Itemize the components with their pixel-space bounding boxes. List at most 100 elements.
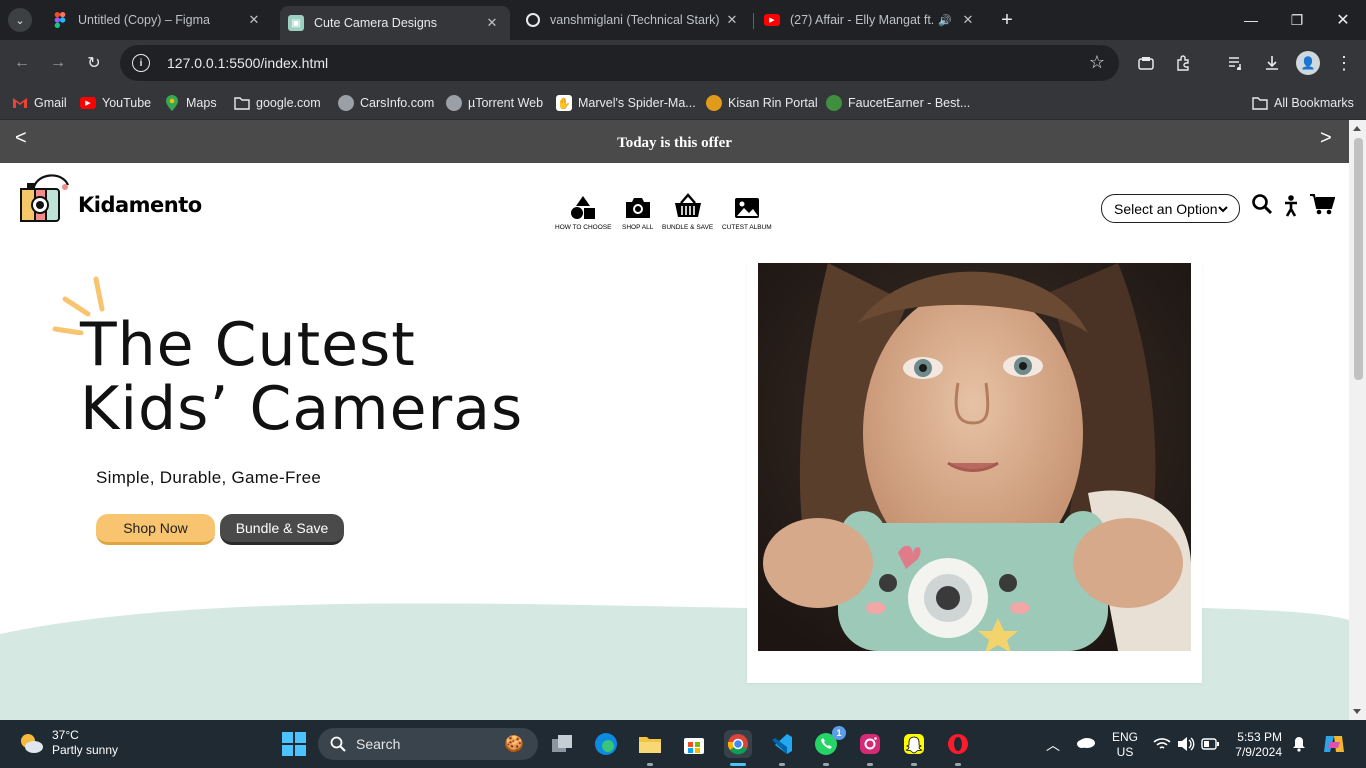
bookmark-utorrent[interactable]: µTorrent Web	[446, 93, 543, 113]
weather-temp: 37°C	[52, 728, 79, 742]
tab-youtube[interactable]: ▶ (27) Affair - Elly Mangat ft. I 🔊 ✕	[756, 6, 986, 34]
search-icon[interactable]	[1251, 193, 1273, 215]
cart-icon[interactable]	[1309, 193, 1335, 215]
shop-now-button[interactable]: Shop Now	[96, 514, 215, 545]
bookmark-spiderman[interactable]: ✋ Marvel's Spider-Ma...	[556, 93, 696, 113]
running-indicator	[867, 763, 873, 766]
page-scrollbar[interactable]	[1349, 120, 1366, 720]
browser-toolbar: ← → ↻ i 127.0.0.1:5500/index.html ☆ 👤 ⋮	[0, 40, 1366, 86]
close-tab-icon[interactable]: ✕	[960, 12, 976, 28]
faucet-icon	[826, 95, 842, 111]
tab-figma[interactable]: Untitled (Copy) – Figma ✕	[44, 6, 272, 34]
bookmark-gmail[interactable]: Gmail	[12, 93, 67, 113]
bookmark-kisan[interactable]: Kisan Rin Portal	[706, 93, 818, 113]
option-select[interactable]: Select an Option	[1101, 194, 1240, 223]
reload-icon[interactable]: ↻	[82, 51, 106, 75]
forward-icon[interactable]: →	[46, 51, 70, 75]
volume-icon[interactable]	[1177, 736, 1195, 755]
whatsapp-icon[interactable]: 1	[812, 726, 846, 758]
hero-photo-frame	[747, 263, 1202, 683]
media-control-icon[interactable]	[1224, 51, 1248, 75]
bookmark-star-icon[interactable]: ☆	[1089, 52, 1105, 73]
tab-search-icon[interactable]: ⌄	[8, 8, 32, 32]
url-text[interactable]: 127.0.0.1:5500/index.html	[167, 55, 328, 71]
scroll-up-arrow[interactable]	[1353, 126, 1361, 131]
notification-bell-icon[interactable]	[1292, 736, 1306, 755]
tab-github[interactable]: vanshmiglani (Technical Stark) ✕	[518, 6, 750, 34]
tab-strip: ⌄ Untitled (Copy) – Figma ✕ ▣ Cute Camer…	[0, 0, 1366, 40]
offer-text: Today is this offer	[617, 135, 732, 151]
weather-desc: Partly sunny	[52, 743, 119, 757]
scroll-down-arrow[interactable]	[1353, 709, 1361, 714]
snapchat-icon[interactable]	[900, 730, 928, 758]
brand-name[interactable]: Kidamento	[78, 193, 202, 217]
region-code: US	[1116, 745, 1134, 759]
back-icon[interactable]: ←	[10, 51, 34, 75]
close-tab-icon[interactable]: ✕	[484, 15, 500, 31]
globe-icon	[446, 95, 462, 111]
tray-overflow-chevron-icon[interactable]: ︿	[1046, 735, 1060, 755]
youtube-icon: ▶	[80, 97, 96, 109]
bookmark-youtube[interactable]: ▶ YouTube	[80, 93, 151, 113]
tab-title: vanshmiglani (Technical Stark)	[550, 13, 720, 27]
microsoft-store-icon[interactable]	[680, 730, 708, 758]
edge-icon[interactable]	[592, 730, 620, 758]
nav-how-to-choose[interactable]: HOW TO CHOOSE	[555, 191, 611, 231]
close-tab-icon[interactable]: ✕	[246, 12, 262, 28]
wifi-icon[interactable]	[1153, 737, 1171, 754]
nav-shop-all[interactable]: SHOP ALL	[622, 191, 653, 231]
instagram-icon[interactable]	[856, 730, 884, 758]
windows-taskbar: 37°C Partly sunny Search 🍪 1 ︿ ENG US 5:…	[0, 720, 1366, 768]
nav-bundle-save[interactable]: BUNDLE & SAVE	[662, 191, 713, 231]
menu-kebab-icon[interactable]: ⋮	[1332, 51, 1356, 75]
clock[interactable]: 5:53 PM 7/9/2024	[1230, 730, 1282, 760]
bookmark-carsinfo[interactable]: CarsInfo.com	[338, 93, 434, 113]
weather-widget[interactable]: 37°C Partly sunny	[18, 728, 118, 758]
search-highlight-icon: 🍪	[504, 736, 524, 753]
accessibility-icon[interactable]	[1283, 195, 1299, 217]
spiderman-icon: ✋	[556, 95, 572, 111]
close-window-button[interactable]: ✕	[1320, 6, 1366, 34]
hero-subtitle: Simple, Durable, Game-Free	[96, 468, 322, 487]
logo-camera-icon[interactable]	[18, 171, 80, 227]
restore-button[interactable]: ❐	[1274, 6, 1320, 34]
minimize-button[interactable]: —	[1228, 6, 1274, 34]
audio-playing-icon[interactable]: 🔊	[938, 14, 952, 27]
close-tab-icon[interactable]: ✕	[724, 12, 740, 28]
chrome-icon[interactable]	[724, 730, 752, 758]
battery-icon[interactable]	[1201, 738, 1219, 753]
bookmark-label: Maps	[186, 96, 217, 110]
tab-cute-camera[interactable]: ▣ Cute Camera Designs ✕	[280, 6, 510, 40]
file-explorer-icon[interactable]	[636, 730, 664, 758]
opera-icon[interactable]	[944, 730, 972, 758]
tab-title: Cute Camera Designs	[314, 16, 437, 30]
profile-avatar[interactable]: 👤	[1296, 51, 1320, 75]
task-view-icon[interactable]	[548, 730, 576, 758]
windows-start-icon[interactable]	[280, 730, 308, 758]
taskbar-search[interactable]: Search 🍪	[318, 728, 538, 760]
copilot-icon[interactable]	[1322, 732, 1346, 759]
all-bookmarks-button[interactable]: All Bookmarks	[1252, 93, 1354, 113]
address-bar[interactable]: i 127.0.0.1:5500/index.html ☆	[120, 45, 1119, 81]
language-indicator[interactable]: ENG US	[1112, 730, 1138, 760]
offer-next-button[interactable]: >	[1320, 127, 1332, 150]
clock-time: 5:53 PM	[1237, 730, 1282, 744]
cast-icon[interactable]	[1134, 51, 1158, 75]
nav-cutest-album[interactable]: CUTEST ALBUM	[722, 191, 772, 231]
extensions-icon[interactable]	[1171, 51, 1195, 75]
onedrive-cloud-icon[interactable]	[1076, 736, 1096, 751]
tab-separator	[753, 13, 754, 29]
downloads-icon[interactable]	[1260, 51, 1284, 75]
maps-icon	[164, 95, 180, 111]
vscode-icon[interactable]	[768, 730, 796, 758]
active-indicator	[730, 763, 746, 766]
new-tab-button[interactable]: +	[995, 8, 1019, 32]
scroll-thumb[interactable]	[1354, 138, 1363, 380]
kisan-icon	[706, 95, 722, 111]
site-info-icon[interactable]: i	[132, 54, 150, 72]
bundle-save-button[interactable]: Bundle & Save	[220, 514, 344, 545]
bookmark-google[interactable]: google.com	[234, 93, 321, 113]
bookmarks-bar: Gmail ▶ YouTube Maps google.com CarsInfo…	[0, 86, 1366, 120]
bookmark-faucet[interactable]: FaucetEarner - Best...	[826, 93, 970, 113]
bookmark-maps[interactable]: Maps	[164, 93, 217, 113]
